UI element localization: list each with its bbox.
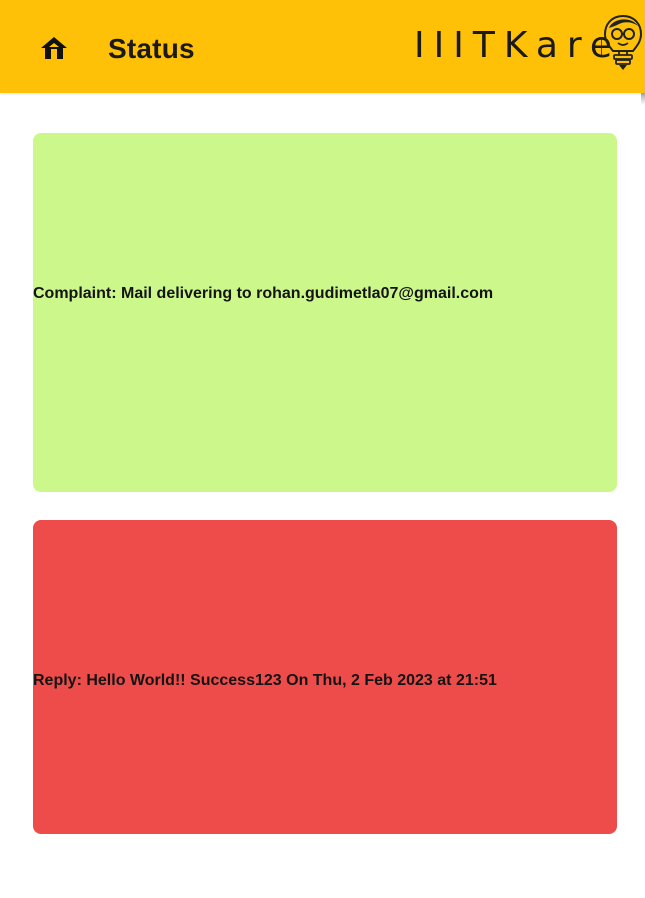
status-screen: Status IIITKare Complaint: Mail deliveri… — [0, 0, 645, 898]
page-title: Status — [108, 33, 195, 64]
complaint-text: Complaint: Mail delivering to rohan.gudi… — [33, 284, 494, 302]
lightbulb-person-logo-icon — [600, 12, 645, 74]
home-icon — [39, 34, 69, 67]
brand-name: IIITKare — [414, 25, 622, 66]
edge-shadow — [641, 93, 645, 105]
reply-text: Reply: Hello World!! Success123 On Thu, … — [33, 671, 497, 689]
home-button[interactable] — [34, 30, 74, 70]
app-bar: Status IIITKare — [0, 0, 645, 93]
reply-card[interactable]: Reply: Hello World!! Success123 On Thu, … — [33, 520, 617, 834]
complaint-card[interactable]: Complaint: Mail delivering to rohan.gudi… — [33, 133, 617, 492]
